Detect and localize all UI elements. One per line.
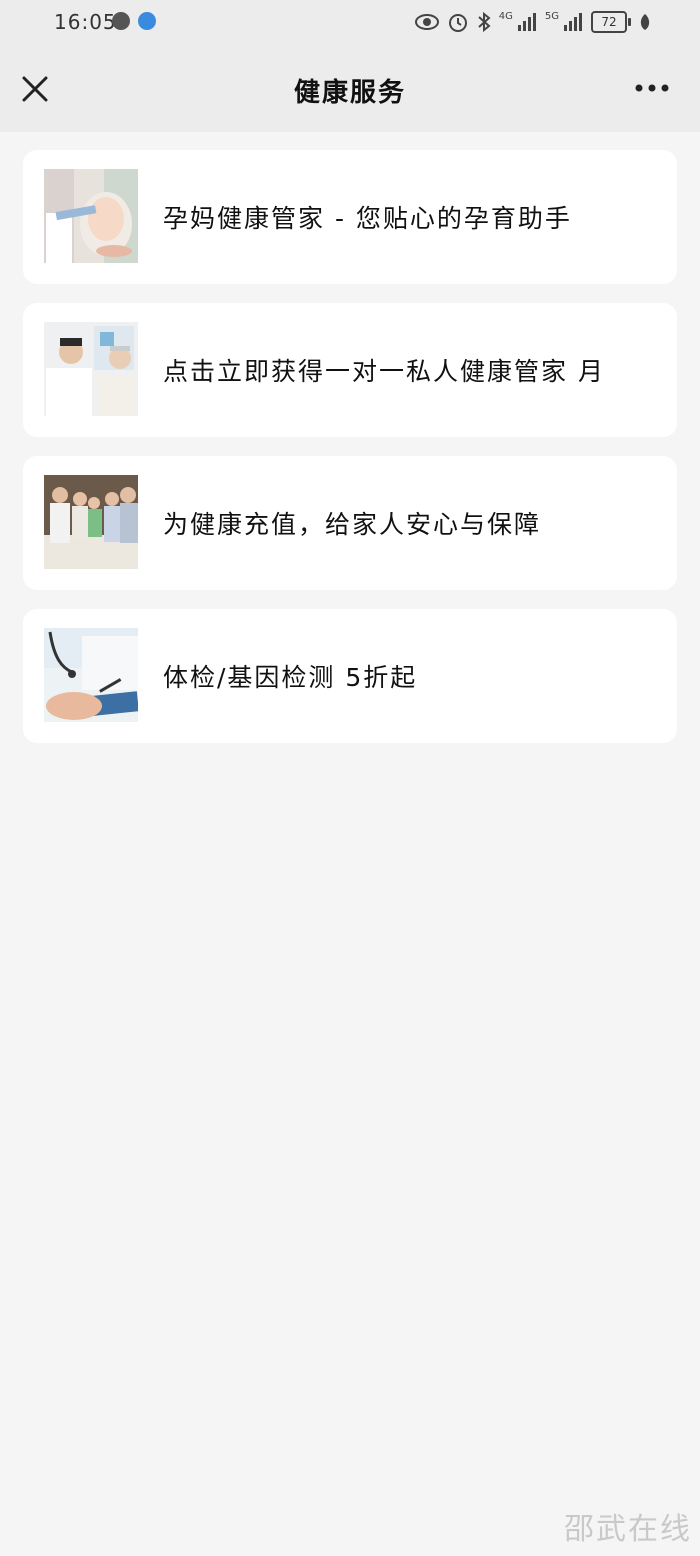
more-icon[interactable]: [634, 82, 670, 94]
network-4g-label: 4G: [498, 11, 513, 22]
family-photo: [44, 475, 138, 569]
signal-icon: [517, 13, 536, 31]
doctor-consult-photo: [44, 322, 138, 416]
battery-icon: 72: [591, 11, 631, 33]
network-5g-label: 5G: [544, 11, 559, 22]
bluetooth-icon: [478, 11, 491, 33]
pregnancy-photo: [44, 169, 138, 263]
browser-app-icon: [138, 12, 156, 30]
service-card-family[interactable]: 为健康充值，给家人安心与保障: [23, 456, 677, 590]
status-bar: 16:05 4G 5G 72: [0, 0, 700, 46]
service-card-health-manager[interactable]: 点击立即获得一对一私人健康管家 月: [23, 303, 677, 437]
service-label: 体检/基因检测 5折起: [163, 663, 418, 692]
service-label: 为健康充值，给家人安心与保障: [163, 510, 542, 539]
service-list: 孕妈健康管家 - 您贴心的孕育助手 点击立即获得一对一私人健康管家 月 为健康充…: [23, 150, 677, 762]
medical-checkup-photo: [44, 628, 138, 722]
alarm-icon: [448, 14, 467, 32]
nav-bar: 健康服务: [0, 46, 700, 132]
signal-icon-2: [564, 13, 582, 31]
status-time: 16:05: [54, 10, 117, 34]
page-title: 健康服务: [293, 78, 406, 108]
audio-app-icon: [112, 12, 130, 30]
service-card-pregnancy[interactable]: 孕妈健康管家 - 您贴心的孕育助手: [23, 150, 677, 284]
status-right-icons: 4G 5G 72: [414, 11, 652, 33]
leaf-icon: [640, 14, 650, 30]
service-label: 点击立即获得一对一私人健康管家 月: [163, 357, 605, 386]
service-card-checkup[interactable]: 体检/基因检测 5折起: [23, 609, 677, 743]
watermark: 邵武在线: [564, 1512, 692, 1547]
service-label: 孕妈健康管家 - 您贴心的孕育助手: [163, 204, 572, 233]
eye-icon: [414, 14, 439, 30]
